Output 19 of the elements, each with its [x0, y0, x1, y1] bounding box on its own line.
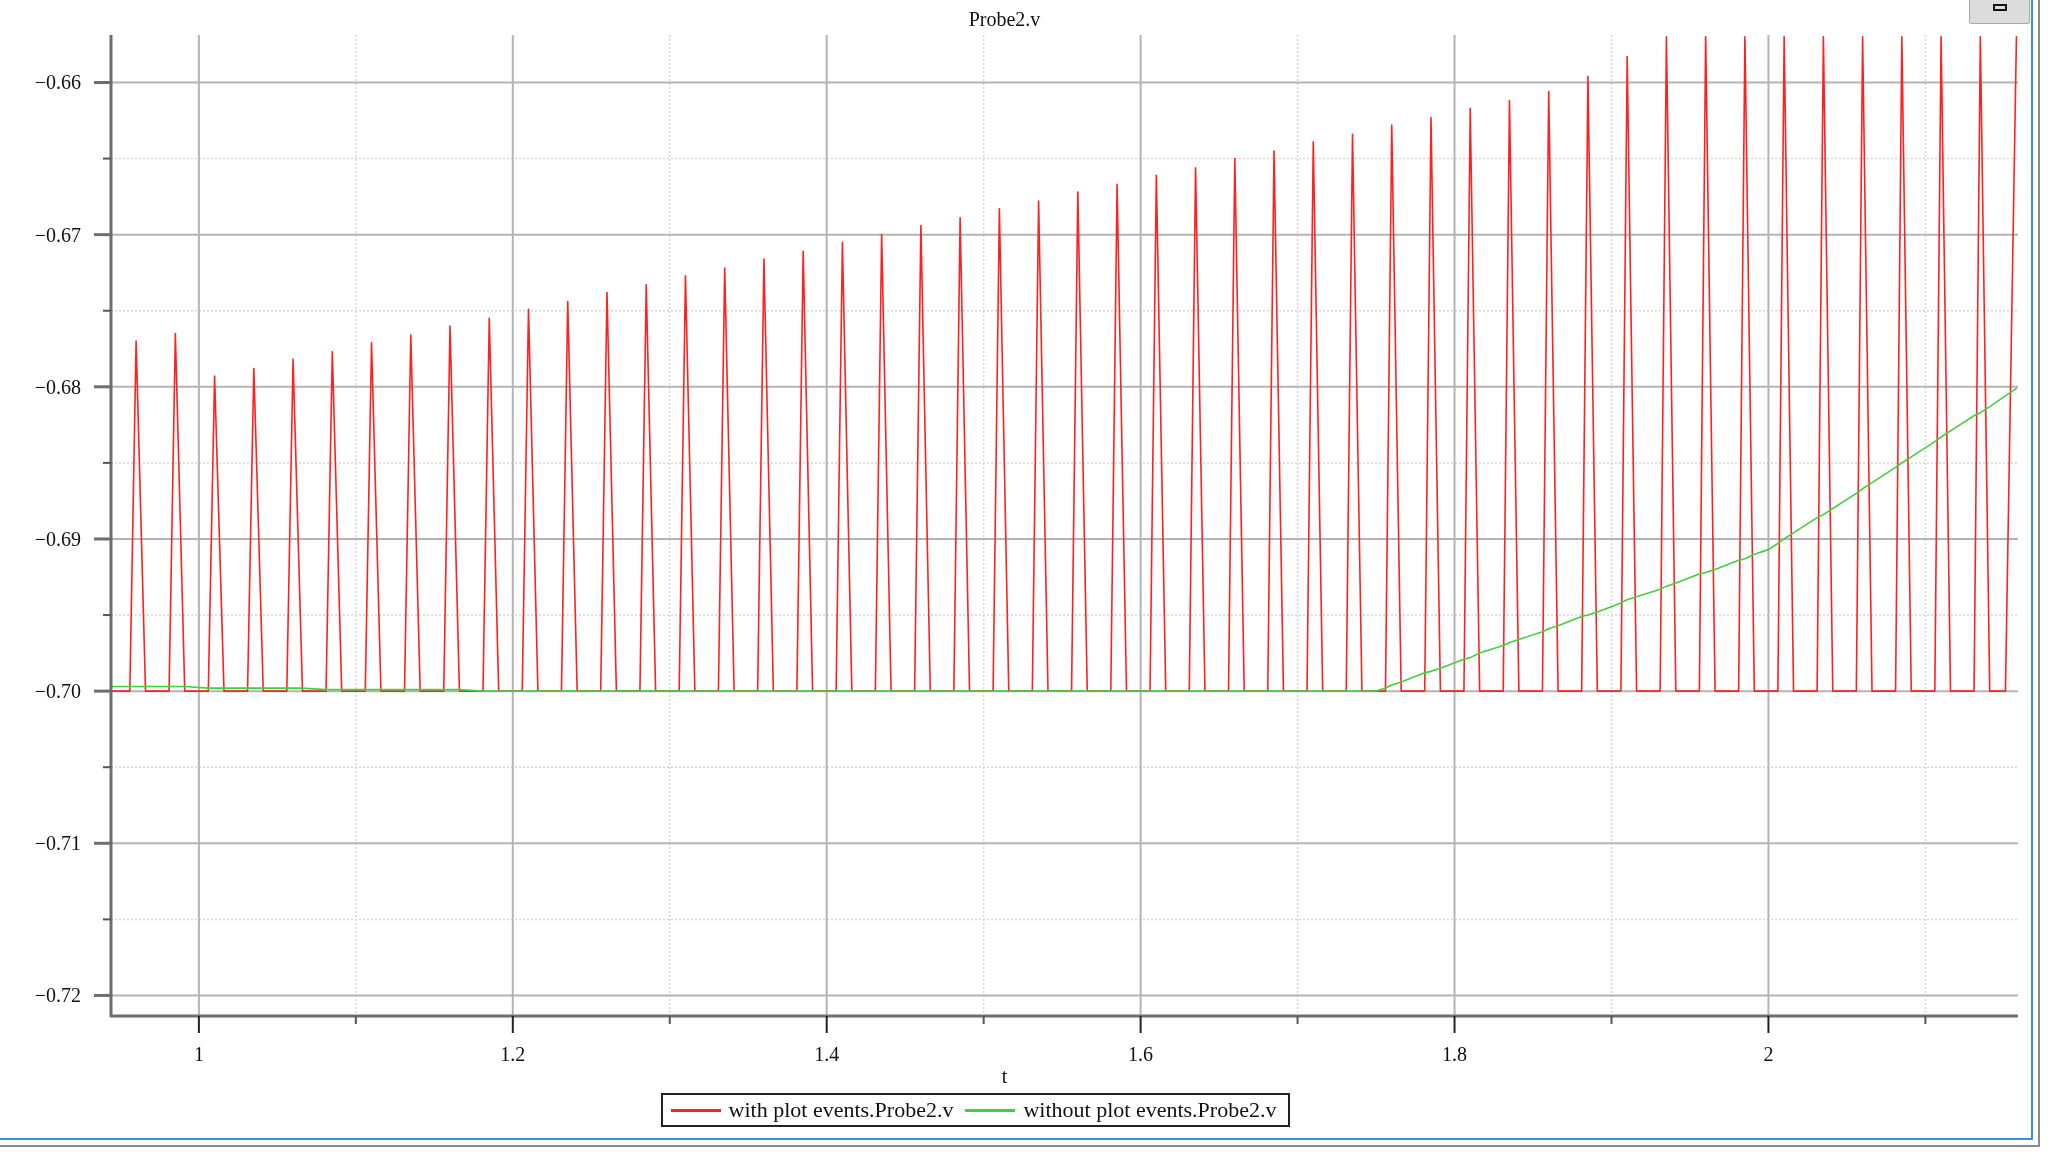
axis-tick-label: −0.67: [34, 223, 81, 246]
axis-tick-label: −0.70: [34, 680, 81, 703]
axis-label: t: [1001, 1065, 1008, 1087]
minimize-icon: [1992, 4, 2007, 11]
legend-label: with plot events.Probe2.v: [728, 1097, 954, 1123]
axis-tick-label: 1.4: [814, 1043, 840, 1065]
axis-tick-label: 1.6: [1128, 1043, 1154, 1065]
axis-tick-label: 1.2: [500, 1043, 526, 1065]
legend-label: without plot events.Probe2.v: [1023, 1097, 1277, 1123]
axis-tick-label: 2: [1763, 1043, 1774, 1065]
axis-tick-label: 1.8: [1442, 1043, 1468, 1065]
chart-title: Probe2.v: [968, 8, 1041, 30]
axis-tick-label: −0.68: [34, 375, 81, 398]
axis-tick-label: −0.66: [34, 71, 81, 94]
axis-tick-label: −0.69: [34, 527, 81, 550]
axis-tick-label: −0.71: [34, 832, 81, 855]
axis-tick-label: −0.72: [34, 984, 81, 1007]
minimize-button[interactable]: [1969, 0, 2030, 24]
axis-tick-label: 1: [193, 1043, 204, 1065]
